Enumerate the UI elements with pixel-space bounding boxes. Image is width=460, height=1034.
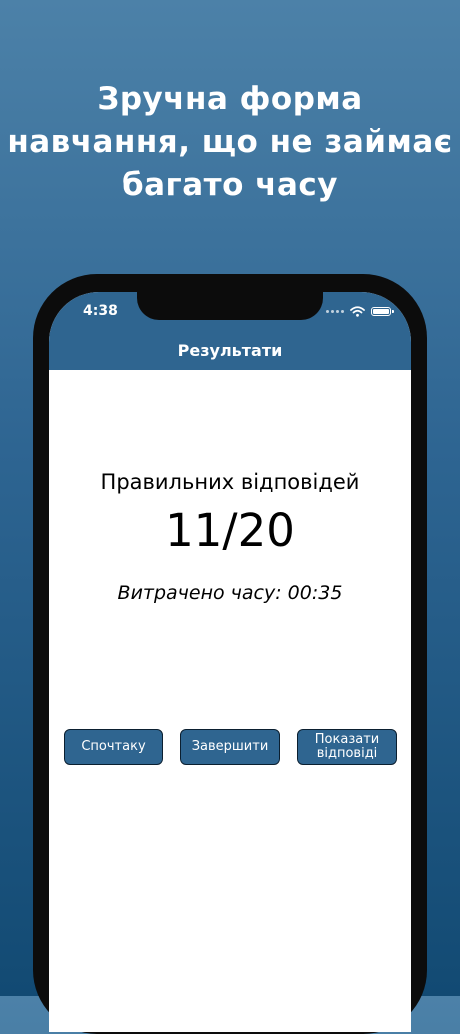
promo-line-3: багато часу: [121, 167, 339, 203]
finish-button[interactable]: Завершити: [180, 729, 280, 765]
show-answers-button[interactable]: Показати відповіді: [297, 729, 397, 765]
score-value: 11/20: [165, 504, 295, 557]
wifi-icon: [350, 305, 365, 317]
promo-line-1: Зручна форма: [97, 81, 363, 117]
phone-notch: [137, 292, 323, 320]
signal-dots-icon: [326, 309, 344, 313]
correct-answers-label: Правильних відповідей: [100, 470, 360, 494]
promo-line-2: навчання, що не займає: [7, 124, 453, 160]
phone-screen: 4:38 Результати Правильних відповідей 11…: [49, 292, 411, 1032]
page-title: Результати: [177, 341, 283, 360]
restart-button[interactable]: Спочтаку: [64, 729, 163, 765]
status-time: 4:38: [83, 303, 118, 319]
time-spent-label: Витрачено часу: 00:35: [117, 582, 343, 604]
promo-headline: Зручна форма навчання, що не займає бага…: [0, 78, 460, 207]
navigation-bar: 4:38 Результати: [49, 292, 411, 370]
battery-icon: [371, 306, 394, 316]
phone-frame: 4:38 Результати Правильних відповідей 11…: [33, 274, 427, 1034]
status-icons: [326, 304, 394, 318]
